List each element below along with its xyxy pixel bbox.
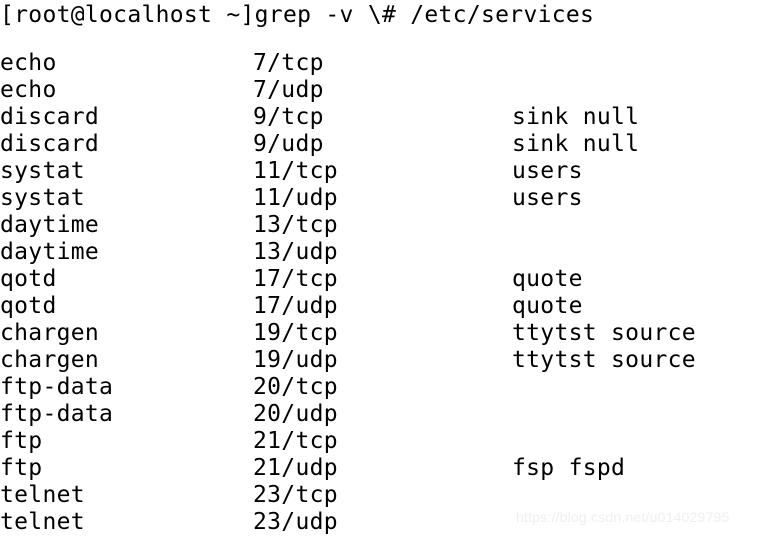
watermark-text: https://blog.csdn.net/u014029795: [516, 509, 730, 525]
service-name: qotd: [0, 266, 57, 292]
service-name: discard: [0, 131, 100, 157]
service-row: ftp-data 20/udp: [0, 401, 762, 428]
service-row: discard 9/tcp sink null: [0, 104, 762, 131]
service-aliases: quote: [512, 266, 583, 292]
service-name: discard: [0, 104, 100, 130]
command-prompt-line: [root@localhost ~]grep -v \# /etc/servic…: [0, 2, 595, 28]
service-aliases: sink null: [512, 131, 640, 157]
service-row: ftp-data 20/tcp: [0, 374, 762, 401]
service-port: 17/udp: [253, 293, 338, 319]
service-name: systat: [0, 158, 85, 184]
service-row: daytime 13/udp: [0, 239, 762, 266]
service-aliases: fsp fspd: [512, 455, 626, 481]
service-port: 19/udp: [253, 347, 338, 373]
service-row: qotd 17/udp quote: [0, 293, 762, 320]
service-port: 20/udp: [253, 401, 338, 427]
service-port: 9/tcp: [253, 104, 324, 130]
services-output-list: echo 7/tcp echo 7/udp discard 9/tcp sink null d…: [0, 50, 762, 536]
service-name: ftp-data: [0, 374, 114, 400]
service-aliases: ttytst source: [512, 347, 696, 373]
service-name: ftp: [0, 455, 43, 481]
service-aliases: quote: [512, 293, 583, 319]
service-aliases: users: [512, 185, 583, 211]
service-row: qotd 17/tcp quote: [0, 266, 762, 293]
service-row: daytime 13/tcp: [0, 212, 762, 239]
service-row: ftp 21/udp fsp fspd: [0, 455, 762, 482]
service-name: ftp: [0, 428, 43, 454]
service-port: 19/tcp: [253, 320, 338, 346]
service-port: 23/tcp: [253, 482, 338, 508]
service-name: daytime: [0, 212, 100, 238]
service-port: 17/tcp: [253, 266, 338, 292]
service-row: chargen 19/tcp ttytst source: [0, 320, 762, 347]
service-port: 23/udp: [253, 509, 338, 535]
service-port: 21/udp: [253, 455, 338, 481]
service-row: echo 7/udp: [0, 77, 762, 104]
service-name: ftp-data: [0, 401, 114, 427]
terminal-window[interactable]: [root@localhost ~]grep -v \# /etc/servic…: [0, 0, 762, 543]
service-aliases: ttytst source: [512, 320, 696, 346]
service-row: systat 11/tcp users: [0, 158, 762, 185]
service-name: chargen: [0, 347, 100, 373]
service-row: ftp 21/tcp: [0, 428, 762, 455]
service-name: echo: [0, 77, 57, 103]
service-name: qotd: [0, 293, 57, 319]
service-row: echo 7/tcp: [0, 50, 762, 77]
service-port: 21/tcp: [253, 428, 338, 454]
service-row: chargen 19/udp ttytst source: [0, 347, 762, 374]
service-name: telnet: [0, 482, 85, 508]
service-name: echo: [0, 50, 57, 76]
service-port: 7/tcp: [253, 50, 324, 76]
service-row: systat 11/udp users: [0, 185, 762, 212]
service-port: 13/tcp: [253, 212, 338, 238]
service-port: 20/tcp: [253, 374, 338, 400]
service-aliases: sink null: [512, 104, 640, 130]
service-name: telnet: [0, 509, 85, 535]
service-port: 7/udp: [253, 77, 324, 103]
service-aliases: users: [512, 158, 583, 184]
service-port: 11/tcp: [253, 158, 338, 184]
service-name: systat: [0, 185, 85, 211]
service-row: telnet 23/tcp: [0, 482, 762, 509]
service-port: 11/udp: [253, 185, 338, 211]
service-port: 13/udp: [253, 239, 338, 265]
service-name: daytime: [0, 239, 100, 265]
service-name: chargen: [0, 320, 100, 346]
service-row: discard 9/udp sink null: [0, 131, 762, 158]
service-port: 9/udp: [253, 131, 324, 157]
